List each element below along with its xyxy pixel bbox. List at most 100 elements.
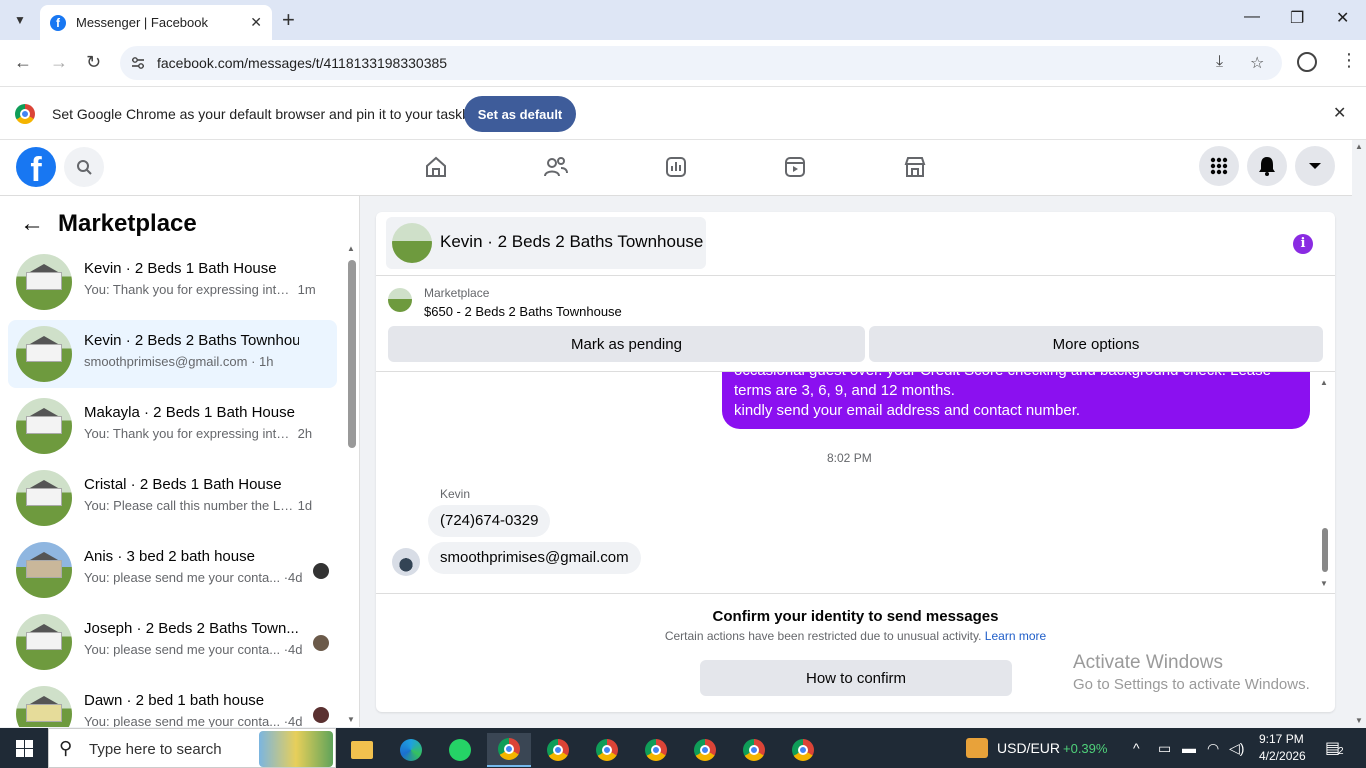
conversation-item[interactable]: Anis · 3 bed 2 bath house You: please se… [8, 536, 337, 604]
back-arrow-icon[interactable]: ← [20, 210, 44, 238]
listing-thumbnail [16, 398, 72, 454]
infobar-close-icon[interactable]: ✕ [1333, 103, 1346, 123]
infobar-message: Set Google Chrome as your default browse… [52, 106, 483, 122]
url-text[interactable]: facebook.com/messages/t/4118133198330385 [157, 55, 447, 71]
info-icon[interactable]: i [1293, 234, 1313, 254]
conversation-item-active[interactable]: Kevin · 2 Beds 2 Baths Townhouse smoothp… [8, 320, 337, 388]
chrome-menu-icon[interactable]: ⋮ [1340, 50, 1358, 71]
facebook-logo-icon[interactable]: f [16, 147, 56, 187]
profile-icon[interactable] [1297, 52, 1317, 72]
forward-button[interactable]: → [50, 52, 68, 73]
conversation-time: 1d [297, 498, 313, 513]
chrome-profile-taskbar-icon[interactable] [732, 733, 776, 767]
reload-button[interactable]: ↻ [86, 52, 101, 73]
marketplace-sidebar: ← Marketplace Kevin · 2 Beds 1 Bath Hous… [0, 196, 360, 727]
conversation-item[interactable]: Kevin · 2 Beds 1 Bath House You: Thank y… [8, 248, 337, 316]
conversation-item[interactable]: Makayla · 2 Beds 1 Bath House You: Thank… [8, 392, 337, 460]
marketplace-icon[interactable] [902, 154, 928, 180]
bookmark-star-icon[interactable]: ☆ [1250, 53, 1264, 73]
conversation-name: Kevin · 2 Beds 1 Bath House [84, 260, 277, 277]
conversation-item[interactable]: Joseph · 2 Beds 2 Baths Town... You: ple… [8, 608, 337, 676]
conversation-time: 2h [297, 426, 313, 441]
mark-as-pending-button[interactable]: Mark as pending [388, 326, 865, 362]
taskbar-search[interactable]: ⚲ Type here to search [48, 728, 336, 768]
currency-pair[interactable]: USD/EUR [997, 740, 1060, 756]
listing-thumbnail [16, 542, 72, 598]
set-as-default-button[interactable]: Set as default [464, 96, 576, 132]
file-explorer-icon[interactable] [340, 733, 384, 767]
scroll-up-icon[interactable]: ▲ [1320, 378, 1328, 387]
search-icon[interactable] [64, 147, 104, 187]
message-timestamp: 8:02 PM [827, 451, 872, 465]
conversation-name: Makayla · 2 Beds 1 Bath House [84, 404, 295, 421]
tab-close-icon[interactable]: ✕ [250, 14, 262, 31]
chrome-profile-taskbar-icon[interactable] [634, 733, 678, 767]
chrome-profile-taskbar-icon[interactable] [683, 733, 727, 767]
scroll-down-icon[interactable]: ▼ [347, 715, 355, 724]
chat-scrollbar[interactable]: ▲ ▼ [1320, 378, 1330, 588]
battery-icon[interactable]: ▬ [1182, 740, 1196, 756]
scroll-down-icon[interactable]: ▼ [1355, 716, 1363, 725]
divider [376, 275, 1335, 276]
page-scrollbar[interactable]: ▲ ▼ [1352, 140, 1366, 727]
whatsapp-icon[interactable] [438, 733, 482, 767]
close-window-button[interactable]: ✕ [1336, 8, 1349, 28]
notifications-bell-icon[interactable] [1247, 146, 1287, 186]
conversation-name: Kevin · 2 Beds 2 Baths Townhouse [84, 332, 299, 349]
more-options-button[interactable]: More options [869, 326, 1323, 362]
sender-name: Kevin [440, 487, 471, 501]
conversation-item[interactable]: Cristal · 2 Beds 1 Bath House You: Pleas… [8, 464, 337, 532]
clock-time[interactable]: 9:17 PM [1259, 732, 1304, 746]
scroll-down-icon[interactable]: ▼ [1320, 579, 1328, 588]
listing-price-title[interactable]: $650 - 2 Beds 2 Baths Townhouse [424, 304, 622, 319]
currency-widget-icon[interactable] [966, 738, 988, 758]
tab-messenger[interactable]: f Messenger | Facebook ✕ [40, 5, 272, 40]
install-app-icon[interactable]: ⤓ [1216, 53, 1223, 71]
restore-button[interactable]: ❐ [1290, 8, 1304, 28]
incoming-message: smoothprimises@gmail.com [428, 542, 641, 574]
start-windows-icon[interactable] [16, 740, 33, 757]
scroll-up-icon[interactable]: ▲ [1355, 142, 1363, 151]
menu-grid-icon[interactable] [1199, 146, 1239, 186]
edge-icon[interactable] [389, 733, 433, 767]
taskbar-search-placeholder: Type here to search [89, 741, 222, 758]
tab-search-dropdown[interactable]: ▼ [6, 7, 34, 33]
back-button[interactable]: ← [14, 52, 32, 73]
chrome-profile-taskbar-icon[interactable] [585, 733, 629, 767]
chevron-up-icon[interactable]: ^ [1133, 740, 1140, 756]
chrome-profile-taskbar-icon[interactable] [781, 733, 825, 767]
currency-change: +0.39% [1063, 741, 1108, 756]
learn-more-link[interactable]: Learn more [985, 629, 1046, 643]
sender-avatar[interactable] [392, 548, 420, 576]
scroll-up-icon[interactable]: ▲ [347, 244, 355, 253]
message-line: kindly send your email address and conta… [734, 402, 1081, 419]
tab-strip: ▼ f Messenger | Facebook ✕ + — ❐ ✕ [0, 0, 1366, 40]
friends-icon[interactable] [543, 154, 569, 180]
sidebar-scrollbar[interactable]: ▲ ▼ [347, 244, 357, 724]
video-icon[interactable] [782, 154, 808, 180]
seen-avatar [313, 707, 329, 723]
account-dropdown-icon[interactable] [1295, 146, 1335, 186]
meet-now-icon[interactable]: ▭ [1158, 740, 1171, 757]
conversation-preview: You: Thank you for expressing inter... [84, 426, 294, 441]
how-to-confirm-button[interactable]: How to confirm [700, 660, 1012, 696]
chrome-taskbar-icon[interactable] [487, 733, 531, 767]
minimize-button[interactable]: — [1244, 8, 1260, 26]
scrollbar-thumb[interactable] [348, 260, 356, 448]
divider [376, 371, 1335, 372]
clock-date[interactable]: 4/2/2026 [1259, 749, 1306, 763]
dashboard-icon[interactable] [663, 154, 689, 180]
address-bar[interactable]: facebook.com/messages/t/4118133198330385… [120, 46, 1282, 80]
conversation-item[interactable]: Dawn · 2 bed 1 bath house You: please se… [8, 680, 337, 727]
wifi-icon[interactable]: ◠ [1207, 740, 1219, 757]
scrollbar-thumb[interactable] [1322, 528, 1328, 572]
volume-icon[interactable]: ◁) [1229, 740, 1244, 757]
search-highlight-image [259, 731, 333, 767]
conversation-preview: You: please send me your conta... [84, 570, 281, 585]
chat-header[interactable]: Kevin · 2 Beds 2 Baths Townhouse [386, 217, 706, 269]
new-tab-button[interactable]: + [282, 8, 295, 32]
chrome-profile-taskbar-icon[interactable] [536, 733, 580, 767]
sidebar-title: Marketplace [58, 210, 197, 237]
site-settings-icon[interactable] [130, 55, 146, 71]
home-icon[interactable] [423, 154, 449, 180]
